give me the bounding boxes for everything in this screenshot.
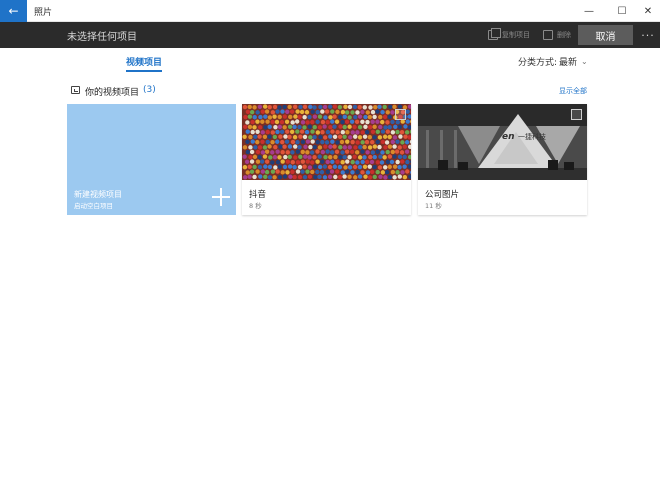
card-title: 公司图片 — [425, 190, 460, 200]
select-checkbox[interactable] — [571, 109, 582, 120]
back-arrow-icon: ← — [8, 4, 19, 18]
select-checkbox[interactable] — [395, 109, 406, 120]
command-bar: 未选择任何项目 复制项目 删除 取消 ··· — [0, 22, 660, 48]
copy-project-button[interactable]: 复制项目 — [488, 26, 530, 44]
selection-status: 未选择任何项目 — [67, 32, 137, 43]
plus-icon — [212, 188, 230, 206]
close-button[interactable]: ✕ — [634, 0, 660, 22]
card-duration: 11 秒 — [425, 202, 442, 210]
office-image: en 一捷科技 — [418, 104, 587, 180]
more-options-button[interactable]: ··· — [640, 26, 656, 44]
douyin-project-card[interactable]: 抖音 8 秒 — [242, 104, 411, 215]
section-title-text: 你的视频项目 — [85, 88, 140, 98]
show-all-link[interactable]: 显示全部 — [559, 86, 587, 96]
new-video-project-card[interactable]: 新建视频项目 启动空白项目 — [67, 104, 236, 215]
section-title: 你的视频项目 (3) — [85, 85, 156, 98]
copy-icon — [488, 28, 501, 40]
tab-video-projects[interactable]: 视频项目 — [126, 55, 163, 72]
minimize-button[interactable]: — — [575, 0, 603, 22]
sort-dropdown[interactable]: 最新 ⌄ — [559, 55, 588, 68]
card-duration: 8 秒 — [249, 202, 262, 210]
cancel-button[interactable]: 取消 — [578, 25, 633, 45]
chevron-down-icon: ⌄ — [581, 57, 588, 66]
douyin-thumbnail — [242, 104, 411, 180]
company-project-card[interactable]: en 一捷科技 公司图片 11 秒 — [418, 104, 587, 215]
sort-label: 分类方式: — [518, 58, 558, 68]
delete-button[interactable]: 删除 — [543, 26, 571, 44]
back-button[interactable]: ← — [0, 0, 27, 22]
video-project-icon — [71, 86, 80, 94]
delete-label: 删除 — [557, 31, 571, 39]
card-title: 抖音 — [249, 190, 267, 200]
beads-image — [242, 104, 411, 180]
new-project-subtitle: 启动空白项目 — [74, 202, 113, 210]
new-project-title: 新建视频项目 — [74, 190, 122, 199]
sort-value: 最新 — [559, 58, 578, 68]
maximize-button[interactable]: ☐ — [608, 0, 636, 22]
copy-project-label: 复制项目 — [502, 31, 530, 39]
delete-icon — [543, 30, 553, 40]
company-thumbnail: en 一捷科技 — [418, 104, 587, 180]
app-title: 照片 — [34, 8, 53, 18]
section-count: (3) — [143, 85, 156, 95]
company-logo-text: 一捷科技 — [518, 132, 546, 141]
title-bar: ← 照片 — ☐ ✕ — [0, 0, 660, 22]
svg-text:en: en — [502, 132, 515, 142]
